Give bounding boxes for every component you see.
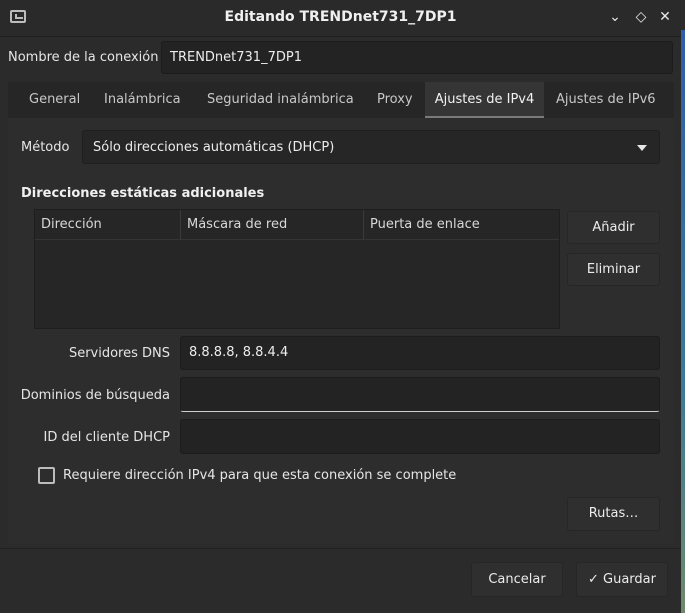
column-header-netmask[interactable]: Máscara de red xyxy=(181,210,364,239)
cancel-button[interactable]: Cancelar xyxy=(471,562,563,597)
require-ipv4-checkbox[interactable] xyxy=(38,467,55,484)
tab-wireless-security[interactable]: Seguridad inalámbrica xyxy=(207,82,354,118)
window-title: Editando TRENDnet731_7DP1 xyxy=(224,9,457,25)
routes-button[interactable]: Rutas… xyxy=(567,497,660,531)
method-dropdown-value: Sólo direcciones automáticas (DHCP) xyxy=(93,140,335,155)
connection-name-label: Nombre de la conexión xyxy=(8,50,159,65)
require-ipv4-label: Requiere dirección IPv4 para que esta co… xyxy=(63,468,457,483)
tab-bar: General Inalámbrica Seguridad inalámbric… xyxy=(8,82,674,119)
connection-name-input[interactable]: TRENDnet731_7DP1 xyxy=(161,41,673,74)
chevron-down-icon xyxy=(637,145,647,151)
tab-general[interactable]: General xyxy=(29,82,80,118)
tab-ipv6-settings[interactable]: Ajustes de IPv6 xyxy=(556,82,656,118)
table-header-row: Dirección Máscara de red Puerta de enlac… xyxy=(35,210,559,240)
title-bar[interactable]: Editando TRENDnet731_7DP1 ⌄ ◇ ✕ xyxy=(0,0,681,37)
search-domains-input[interactable] xyxy=(180,377,660,412)
tab-ipv4-settings[interactable]: Ajustes de IPv4 xyxy=(425,82,544,118)
close-icon[interactable]: ✕ xyxy=(656,8,674,26)
column-header-gateway[interactable]: Puerta de enlace xyxy=(364,210,559,239)
save-button[interactable]: ✓ Guardar xyxy=(576,562,668,597)
maximize-icon[interactable]: ◇ xyxy=(632,8,650,26)
static-addresses-heading: Direcciones estáticas adicionales xyxy=(21,186,265,201)
remove-address-button[interactable]: Eliminar xyxy=(567,253,660,286)
column-header-address[interactable]: Dirección xyxy=(35,210,181,239)
add-address-button[interactable]: Añadir xyxy=(567,211,660,244)
save-button-label: Guardar xyxy=(603,572,656,587)
static-addresses-table[interactable]: Dirección Máscara de red Puerta de enlac… xyxy=(34,209,560,329)
desktop-background-right xyxy=(681,30,685,613)
search-domains-label: Dominios de búsqueda xyxy=(20,388,170,403)
dhcp-client-id-label: ID del cliente DHCP xyxy=(43,430,170,445)
tab-wireless[interactable]: Inalámbrica xyxy=(104,82,181,118)
method-label: Método xyxy=(21,140,70,155)
checkmark-icon: ✓ xyxy=(587,572,599,587)
dns-servers-input[interactable]: 8.8.8.8, 8.8.4.4 xyxy=(180,336,660,370)
dns-servers-label: Servidores DNS xyxy=(68,346,170,361)
dhcp-client-id-input[interactable] xyxy=(180,419,660,454)
minimize-icon[interactable]: ⌄ xyxy=(606,8,624,26)
method-dropdown[interactable]: Sólo direcciones automáticas (DHCP) xyxy=(82,130,660,164)
footer-divider xyxy=(0,548,681,549)
connection-editor-window: Editando TRENDnet731_7DP1 ⌄ ◇ ✕ Nombre d… xyxy=(0,0,681,613)
tab-proxy[interactable]: Proxy xyxy=(377,82,413,118)
